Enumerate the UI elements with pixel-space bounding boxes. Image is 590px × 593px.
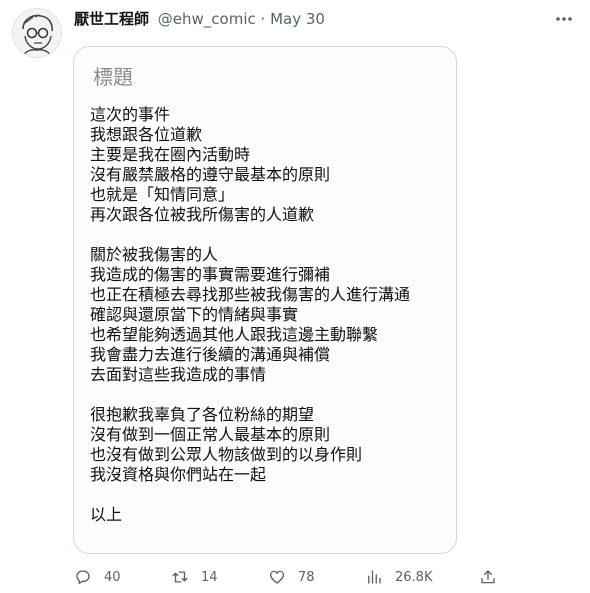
avatar[interactable] <box>12 8 62 58</box>
note-line: 也正在積極去尋找那些被我傷害的人進行溝通 <box>90 285 411 304</box>
note-line: 我想跟各位道歉 <box>90 125 203 144</box>
note-line: 也希望能夠透過其他人跟我這邊主動聯繫 <box>90 325 379 344</box>
note-image[interactable]: 標題 這次的事件 我想跟各位道歉 主要是我在圈內活動時 沒有嚴禁嚴格的遵守最基本… <box>73 46 457 554</box>
paragraph: 以上 <box>90 505 440 525</box>
cartoon-avatar-icon <box>22 14 53 57</box>
action-bar: 40 14 78 26.8K <box>74 566 504 588</box>
reply-button[interactable]: 40 <box>74 566 121 588</box>
views-count: 26.8K <box>395 569 433 585</box>
retweet-icon <box>172 571 188 583</box>
note-line: 這次的事件 <box>90 105 171 124</box>
paragraph: 這次的事件 我想跟各位道歉 主要是我在圈內活動時 沒有嚴禁嚴格的遵守最基本的原則… <box>90 105 440 225</box>
note-line: 很抱歉我辜負了各位粉絲的期望 <box>90 405 315 424</box>
note-line: 也沒有做到公眾人物該做到的以身作則 <box>90 445 363 464</box>
separator-dot: · <box>260 10 266 28</box>
note-line: 確認與還原當下的情緒與事實 <box>90 305 299 324</box>
reply-count: 40 <box>104 569 121 585</box>
note-line: 也就是「知情同意」 <box>90 185 235 204</box>
share-icon <box>481 570 495 584</box>
note-line: 去面對這些我造成的事情 <box>90 365 267 384</box>
retweet-button[interactable]: 14 <box>171 566 218 588</box>
note-title: 標題 <box>93 65 133 89</box>
user-handle[interactable]: @ehw_comic <box>158 10 256 28</box>
note-line: 沒有做到一個正常人最基本的原則 <box>90 425 331 444</box>
tweet-date[interactable]: May 30 <box>270 10 325 28</box>
note-line: 關於被我傷害的人 <box>90 245 219 264</box>
paragraph: 很抱歉我辜負了各位粉絲的期望 沒有做到一個正常人最基本的原則 也沒有做到公眾人物… <box>90 405 440 485</box>
display-name[interactable]: 厭世工程師 <box>74 10 149 28</box>
paragraph: 關於被我傷害的人 我造成的傷害的事實需要進行彌補 也正在積極去尋找那些被我傷害的… <box>90 245 440 385</box>
tweet: 厭世工程師 @ehw_comic · May 30 標題 這次的事件 我想跟各位… <box>0 0 590 593</box>
heart-icon <box>269 570 285 584</box>
note-line: 我會盡力去進行後續的溝通與補償 <box>90 345 331 364</box>
note-line: 再次跟各位被我所傷害的人道歉 <box>90 205 315 224</box>
more-icon[interactable] <box>552 10 576 28</box>
note-line: 我造成的傷害的事實需要進行彌補 <box>90 265 331 284</box>
note-line: 沒有嚴禁嚴格的遵守最基本的原則 <box>90 165 331 184</box>
note-line: 主要是我在圈內活動時 <box>90 145 251 164</box>
views-button[interactable]: 26.8K <box>365 566 432 588</box>
note-line: 我沒資格與你們站在一起 <box>90 465 267 484</box>
reply-icon <box>76 570 90 585</box>
note-line: 以上 <box>90 505 123 524</box>
like-button[interactable]: 78 <box>268 566 315 588</box>
like-count: 78 <box>298 569 315 585</box>
retweet-count: 14 <box>201 569 218 585</box>
views-icon <box>368 570 381 584</box>
share-button[interactable] <box>479 566 497 588</box>
tweet-header: 厭世工程師 @ehw_comic · May 30 <box>74 9 325 29</box>
note-body: 這次的事件 我想跟各位道歉 主要是我在圈內活動時 沒有嚴禁嚴格的遵守最基本的原則… <box>90 105 440 545</box>
